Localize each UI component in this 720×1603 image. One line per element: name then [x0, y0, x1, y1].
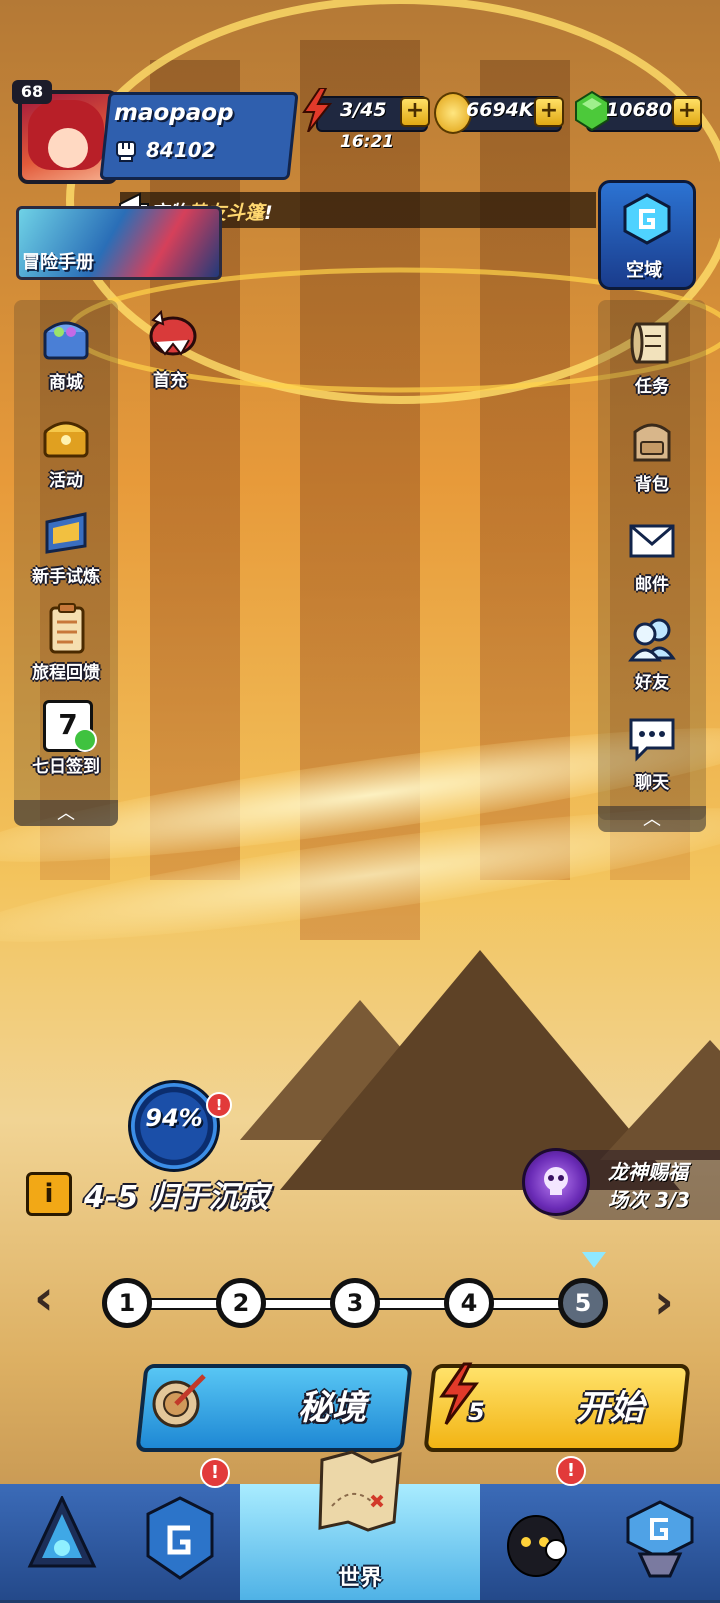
- player-level-badge: 68: [12, 80, 52, 104]
- guild-alert-badge: !: [200, 1458, 230, 1488]
- left-menu-collapse-button[interactable]: ︿: [14, 800, 118, 826]
- dragon-blessing-text: 龙神赐福 场次 3/3: [608, 1160, 691, 1212]
- skull-orb-icon: [522, 1148, 590, 1216]
- friends-icon: [628, 618, 676, 662]
- red-monster-icon: [149, 310, 197, 356]
- blue-shield-icon: [146, 1496, 214, 1580]
- menu-item-first-recharge[interactable]: 首充: [120, 310, 220, 406]
- stage-node-3[interactable]: 3: [330, 1278, 380, 1328]
- add-gold-button[interactable]: +: [534, 97, 564, 127]
- stage-node-1[interactable]: 1: [102, 1278, 152, 1328]
- menu-label: 七日签到: [32, 757, 100, 777]
- target-arrow-icon: [152, 1374, 206, 1428]
- calendar-icon: 7: [39, 696, 97, 752]
- mail-icon: [629, 524, 675, 558]
- nav-tab-heroes[interactable]: [0, 1484, 122, 1600]
- menu-item-mail[interactable]: 邮件: [602, 514, 702, 610]
- chat-icon: [629, 718, 675, 762]
- menu-item-backpack[interactable]: 背包: [602, 414, 702, 510]
- add-energy-button[interactable]: +: [400, 97, 430, 127]
- menu-item-newbie-trial[interactable]: 新手试炼: [16, 506, 116, 602]
- nav-tab-base[interactable]: [600, 1484, 720, 1600]
- menu-item-shop[interactable]: 商城: [16, 312, 116, 408]
- fist-icon: [116, 141, 136, 162]
- nav-tab-pets[interactable]: [480, 1484, 602, 1600]
- gold-chest-icon: [43, 421, 89, 458]
- nav-tab-world-label: 世界: [337, 1566, 382, 1591]
- dark-spirit-icon: [507, 1515, 567, 1577]
- menu-label: 活动: [49, 471, 83, 491]
- stage-info-button[interactable]: i: [26, 1172, 72, 1216]
- progress-alert-badge: !: [206, 1092, 232, 1118]
- player-name: maopaop: [114, 100, 234, 126]
- scroll-icon: [630, 322, 669, 364]
- menu-label: 首充: [153, 371, 187, 391]
- menu-item-events[interactable]: 活动: [16, 410, 116, 506]
- menu-label: 背包: [635, 475, 669, 495]
- shield-book-icon: [45, 512, 87, 554]
- menu-item-chat[interactable]: 聊天: [602, 712, 702, 808]
- menu-item-seven-day-checkin[interactable]: 7 七日签到: [16, 696, 116, 792]
- stage-node-2[interactable]: 2: [216, 1278, 266, 1328]
- menu-label: 商城: [49, 373, 83, 393]
- current-stage-marker-icon: [582, 1252, 606, 1268]
- energy-timer: 16:21: [340, 132, 395, 152]
- treasure-chest-icon: [43, 321, 89, 360]
- menu-label: 任务: [635, 377, 669, 397]
- lightning-icon: [302, 88, 332, 132]
- prev-chapter-arrow[interactable]: ‹: [34, 1270, 54, 1326]
- right-menu-collapse-button[interactable]: ︿: [598, 806, 706, 832]
- start-energy-cost: 5: [468, 1398, 485, 1426]
- backpack-icon: [633, 423, 671, 462]
- menu-label: 旅程回馈: [32, 663, 100, 683]
- menu-label: 邮件: [635, 575, 669, 595]
- menu-label: 聊天: [635, 773, 669, 793]
- sky-realm-icon: [623, 193, 671, 245]
- sky-realm-label: 空域: [626, 260, 662, 281]
- next-chapter-arrow[interactable]: ›: [654, 1274, 674, 1330]
- stage-title: 4-5 归于沉寂: [84, 1180, 269, 1215]
- dark-crystal-icon: [27, 1496, 97, 1568]
- clipboard-icon: [49, 603, 85, 654]
- secret-realm-label: 秘境: [298, 1388, 366, 1428]
- energy-value: 3/45: [340, 99, 387, 121]
- stage-node-5[interactable]: 5: [558, 1278, 608, 1328]
- adventure-manual-label: 冒险手册: [22, 252, 94, 273]
- start-label: 开始: [576, 1388, 644, 1428]
- menu-item-journey-rewards[interactable]: 旅程回馈: [16, 602, 116, 698]
- nav-tab-guild[interactable]: [120, 1484, 242, 1600]
- treasure-map-icon: [318, 1450, 402, 1532]
- gold-value: 6694K: [466, 99, 534, 121]
- pets-alert-badge: !: [556, 1456, 586, 1486]
- menu-label: 新手试炼: [32, 567, 100, 587]
- player-power: 84102: [146, 138, 216, 162]
- gem-value: 10680: [606, 99, 673, 121]
- floating-base-icon: [626, 1500, 694, 1578]
- add-gem-button[interactable]: +: [672, 97, 702, 127]
- menu-item-friends[interactable]: 好友: [602, 612, 702, 708]
- stage-node-4[interactable]: 4: [444, 1278, 494, 1328]
- menu-item-quests[interactable]: 任务: [602, 316, 702, 412]
- menu-label: 好友: [635, 673, 669, 693]
